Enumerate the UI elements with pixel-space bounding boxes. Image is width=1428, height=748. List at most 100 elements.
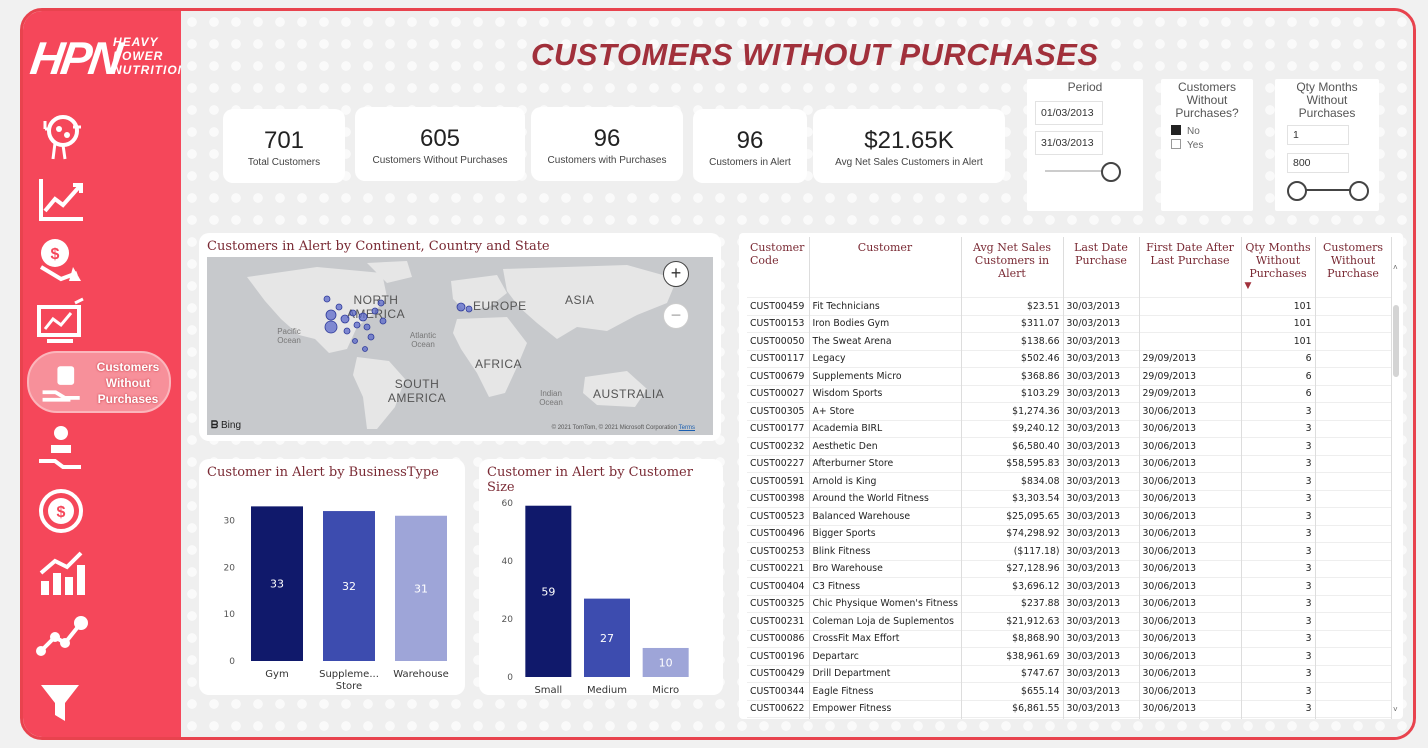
qty-months-slider-min-handle[interactable] — [1287, 181, 1307, 201]
table-row[interactable]: CUST00153 Iron Bodies Gym $311.07 30/03/201… — [747, 314, 1392, 333]
y-tick-label: 40 — [502, 557, 514, 567]
table-cell: 30/03/2013 — [1063, 349, 1140, 368]
table-cell: 3 — [1241, 524, 1316, 543]
table-row[interactable]: CUST00622 Empower Fitness $6,861.55 30/03/2… — [747, 699, 1392, 718]
table-cell: $138.66 — [961, 332, 1064, 350]
table-row[interactable]: CUST00459 Fit Technicians $23.51 30/03/2013… — [747, 297, 1392, 315]
checkbox-no[interactable] — [1171, 125, 1181, 135]
kpi-label: Customers with Purchases — [547, 155, 667, 166]
col-avg-net-sales[interactable]: Avg Net Sales Customers in Alert — [961, 237, 1064, 298]
period-slicer-title: Period — [1067, 80, 1103, 94]
table-cell: $74,298.92 — [961, 524, 1064, 543]
table-row[interactable]: CUST00232 Aesthetic Den $6,580.40 30/03/201… — [747, 437, 1392, 455]
table-row[interactable]: CUST00081Enhanced Store$29,784.6330/03/2… — [747, 717, 1392, 719]
table-cell: 6 — [1241, 384, 1316, 403]
nav-bar-growth-icon[interactable] — [33, 545, 93, 601]
qty-months-min-input[interactable]: 1 — [1287, 125, 1349, 145]
table-row[interactable]: CUST00086 CrossFit Max Effort $8,868.90 30/… — [747, 629, 1392, 648]
table-row[interactable]: CUST00231 Coleman Loja de Suplementos $21,… — [747, 612, 1392, 630]
customer-size-chart: Customer in Alert by Customer Size 0 20 40… — [479, 459, 723, 695]
table-cell: $311.07 — [961, 314, 1064, 333]
table-row[interactable]: CUST00496 Bigger Sports $74,298.92 30/03/20… — [747, 524, 1392, 543]
table-cell: Afterburner Store — [809, 454, 962, 473]
col-qty-months[interactable]: Qty Months Without Purchases ▼ — [1241, 237, 1316, 298]
table-cell: ($117.18) — [961, 542, 1064, 560]
nav-line-chart-icon[interactable] — [33, 171, 93, 227]
qty-months-slicer: Qty Months Without Purchases 1 800 — [1275, 79, 1379, 211]
table-cell: 3 — [1241, 664, 1316, 683]
nav-money-down-icon[interactable]: $ — [33, 233, 93, 289]
col-last-date-purchase[interactable]: Last Date Purchase — [1063, 237, 1140, 298]
table-cell: 3 — [1241, 612, 1316, 630]
table-cell: 30/03/2013 — [1063, 577, 1140, 595]
kpi-avg-net-sales: $21.65K Avg Net Sales Customers in Alert — [813, 109, 1005, 183]
map-terms-link[interactable]: Terms — [679, 425, 695, 431]
table-cell: Legacy — [809, 349, 962, 368]
table-row[interactable]: CUST00679 Supplements Micro $368.86 30/03/2… — [747, 367, 1392, 385]
checkbox-yes[interactable] — [1171, 139, 1181, 149]
table-row[interactable]: CUST00117 Legacy $502.46 30/03/2013 29/09/20… — [747, 349, 1392, 368]
col-customers-without-purchase[interactable]: Customers Without Purchase — [1315, 237, 1392, 298]
table-cell: Coleman Loja de Suplementos — [809, 612, 962, 630]
table-row[interactable]: CUST00398 Around the World Fitness $3,303.… — [747, 489, 1392, 508]
table-row[interactable]: CUST00050 The Sweat Arena $138.66 30/03/201… — [747, 332, 1392, 350]
bar-value-label: 33 — [270, 578, 284, 591]
table-cell: 30/03/2013 — [1063, 402, 1140, 420]
qty-months-max-input[interactable]: 800 — [1287, 153, 1349, 173]
table-row[interactable]: CUST00221 Bro Warehouse $27,128.96 30/03/20… — [747, 559, 1392, 578]
table-cell: 30/03/2013 — [1063, 559, 1140, 578]
world-map[interactable]: NORTH AMERICA EUROPE ASIA AFRICA SOUTH A… — [207, 257, 713, 435]
table-cell: 30/03/2013 — [1063, 717, 1140, 719]
customer-size-bars: 0 20 40 60 59 Small 27 Medium 10 Micro — [502, 499, 689, 693]
qty-months-slider-max-handle[interactable] — [1349, 181, 1369, 201]
col-customer-code[interactable]: Customer Code — [747, 237, 810, 298]
table-row[interactable]: CUST00325 Chic Physique Women's Fitness $2… — [747, 594, 1392, 613]
table-cell — [1315, 402, 1392, 420]
period-slider-handle[interactable] — [1101, 162, 1121, 182]
table-row[interactable]: CUST00404 C3 Fitness $3,696.12 30/03/2013 30… — [747, 577, 1392, 595]
table-cell: CUST00153 — [747, 314, 810, 333]
option-yes[interactable]: Yes — [1171, 139, 1203, 151]
table-cell — [1315, 577, 1392, 595]
period-end-input[interactable]: 31/03/2013 — [1035, 131, 1103, 155]
nav-customers-without-purchases[interactable]: Customers Without Purchases — [27, 351, 171, 413]
table-cell: A+ Store — [809, 402, 962, 420]
table-cell: $25,095.65 — [961, 507, 1064, 525]
table-row[interactable]: CUST00027 Wisdom Sports $103.29 30/03/2013 2… — [747, 384, 1392, 403]
nav-brain-icon[interactable] — [33, 109, 93, 165]
col-customer[interactable]: Customer — [809, 237, 962, 298]
y-tick-label: 20 — [224, 563, 236, 573]
table-row[interactable]: CUST00344 Eagle Fitness $655.14 30/03/2013 3… — [747, 682, 1392, 700]
table-row[interactable]: CUST00196 Departarc $38,961.69 30/03/2013 30… — [747, 647, 1392, 665]
table-row[interactable]: CUST00523 Balanced Warehouse $25,095.65 30/… — [747, 507, 1392, 525]
table-row[interactable]: CUST00177 Academia BIRL $9,240.12 30/03/201… — [747, 419, 1392, 438]
table-row[interactable]: CUST00305 A+ Store $1,274.36 30/03/2013 30/0… — [747, 402, 1392, 420]
table-row[interactable]: CUST00591 Arnold is King $834.08 30/03/2013… — [747, 472, 1392, 490]
nav-scatter-line-icon[interactable] — [33, 607, 93, 663]
scroll-down-icon[interactable]: ˅ — [1393, 706, 1399, 714]
table-cell: CUST00027 — [747, 384, 810, 403]
col-first-date-after[interactable]: First Date After Last Purchase — [1139, 237, 1242, 298]
map-zoom-out-button[interactable]: − — [663, 303, 689, 329]
table-row[interactable]: CUST00429 Drill Department $747.67 30/03/20… — [747, 664, 1392, 683]
nav-filter-icon[interactable] — [33, 675, 93, 731]
table-scrollbar[interactable]: ˄ ˅ — [1393, 261, 1399, 717]
table-cell: 30/06/2013 — [1139, 472, 1242, 490]
table-cell: $103.29 — [961, 384, 1064, 403]
table-row[interactable]: CUST00227 Afterburner Store $58,595.83 30/0… — [747, 454, 1392, 473]
table-cell: Iron Bodies Gym — [809, 314, 962, 333]
scroll-thumb[interactable] — [1393, 305, 1399, 377]
map-zoom-in-button[interactable]: + — [663, 261, 689, 287]
table-cell — [1315, 647, 1392, 665]
nav-dollar-cycle-icon[interactable]: $ — [33, 483, 93, 539]
nav-monitor-chart-icon[interactable] — [33, 295, 93, 351]
y-tick-label: 60 — [502, 499, 514, 509]
logo-initials: HPN — [27, 32, 123, 84]
table-cell — [1139, 332, 1242, 350]
period-start-input[interactable]: 01/03/2013 — [1035, 101, 1103, 125]
table-cell: 30/03/2013 — [1063, 472, 1140, 490]
option-no[interactable]: No — [1171, 125, 1200, 137]
table-row[interactable]: CUST00253 Blink Fitness ($117.18) 30/03/201… — [747, 542, 1392, 560]
scroll-up-icon[interactable]: ˄ — [1393, 264, 1399, 272]
nav-person-hand-icon[interactable] — [33, 421, 93, 477]
